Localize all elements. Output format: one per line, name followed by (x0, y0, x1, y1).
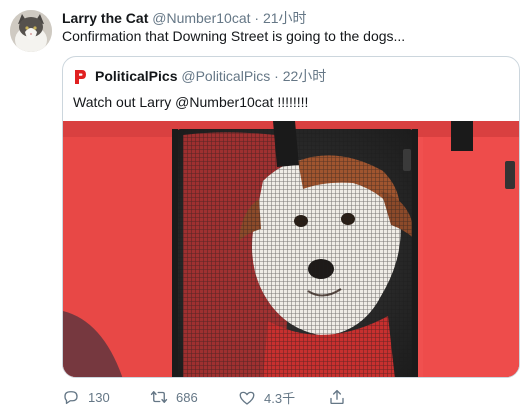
reply-icon (64, 391, 78, 405)
share-button[interactable] (328, 388, 354, 406)
quoted-author-handle[interactable]: @PoliticalPics (181, 68, 270, 85)
tweet[interactable]: Larry the Cat @Number10cat · 21小时 Confir… (0, 0, 532, 417)
quoted-timestamp[interactable]: 22小时 (283, 68, 327, 85)
tweet-text: Confirmation that Downing Street is goin… (62, 28, 406, 44)
reply-count: 130 (88, 389, 110, 405)
politicalpics-logo-icon (73, 68, 87, 85)
author-handle[interactable]: @Number10cat (152, 10, 250, 26)
avatar[interactable] (10, 10, 52, 52)
retweet-button[interactable]: 686 (150, 388, 198, 406)
tweet-header: Larry the Cat @Number10cat · 21小时 (62, 9, 307, 27)
retweet-count: 686 (176, 389, 198, 405)
separator-dot: · (274, 68, 279, 84)
reply-button[interactable]: 130 (62, 388, 110, 406)
like-count: 4.3千 (264, 391, 296, 406)
quoted-tweet-text: Watch out Larry @Number10cat !!!!!!!! (73, 94, 309, 110)
like-button[interactable]: 4.3千 (238, 388, 295, 407)
separator-dot: · (254, 10, 260, 26)
quoted-tweet-header: PoliticalPics @PoliticalPics · 22小时 (73, 68, 326, 85)
author-name[interactable]: Larry the Cat (62, 10, 148, 26)
tweet-actions: 130 686 4.3千 (62, 388, 520, 410)
heart-icon (239, 391, 255, 405)
quoted-tweet-photo[interactable] (63, 121, 519, 377)
tweet-timestamp[interactable]: 21小时 (263, 10, 307, 26)
retweet-icon (150, 391, 168, 403)
quoted-author-name[interactable]: PoliticalPics (95, 68, 177, 85)
share-icon (330, 389, 344, 405)
quoted-tweet[interactable]: PoliticalPics @PoliticalPics · 22小时 Watc… (62, 56, 520, 378)
